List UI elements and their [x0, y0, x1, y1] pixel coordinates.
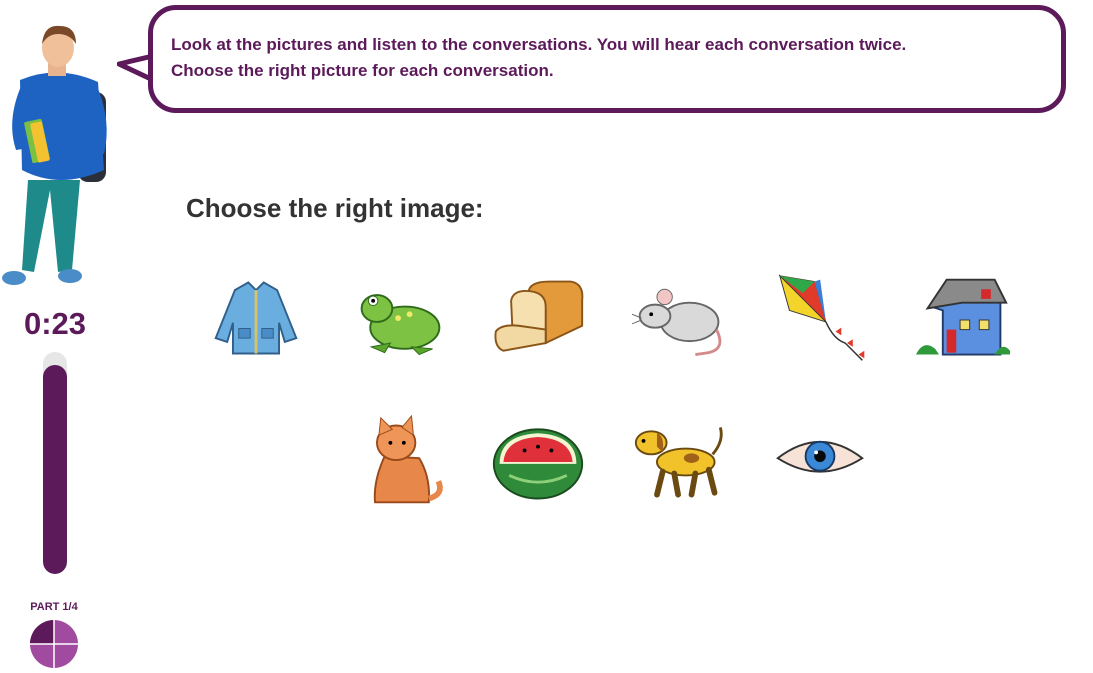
option-cat[interactable] — [350, 412, 450, 512]
cat-icon — [373, 414, 443, 504]
instruction-line-1: Look at the pictures and listen to the c… — [171, 35, 907, 54]
option-watermelon[interactable] — [488, 412, 588, 512]
eye-icon — [776, 440, 864, 473]
option-kite[interactable] — [774, 270, 874, 370]
option-jacket[interactable] — [206, 267, 306, 367]
house-icon — [915, 278, 1010, 356]
instruction-bubble: Look at the pictures and listen to the c… — [148, 5, 1066, 113]
frog-icon — [360, 294, 441, 356]
jacket-icon — [214, 281, 298, 355]
student-avatar — [2, 25, 107, 285]
option-mouse[interactable] — [630, 270, 730, 370]
kite-icon — [778, 274, 865, 361]
mouse-icon — [632, 288, 722, 356]
timer-progress-bar — [43, 352, 67, 574]
watermelon-icon — [492, 428, 584, 500]
dog-icon — [634, 427, 723, 498]
part-label: PART 1/4 — [30, 601, 78, 613]
option-bread[interactable] — [488, 270, 588, 370]
timer-progress-fill — [43, 365, 67, 574]
option-house[interactable] — [912, 270, 1012, 370]
option-frog[interactable] — [350, 270, 450, 370]
question-title: Choose the right image: — [186, 193, 484, 223]
option-dog[interactable] — [630, 412, 730, 512]
option-eye[interactable] — [770, 412, 870, 512]
part-progress-icon — [30, 620, 78, 668]
instruction-line-2: Choose the right picture for each conver… — [171, 61, 554, 80]
timer-text: 0:23 — [23, 306, 87, 341]
bread-icon — [494, 280, 584, 352]
